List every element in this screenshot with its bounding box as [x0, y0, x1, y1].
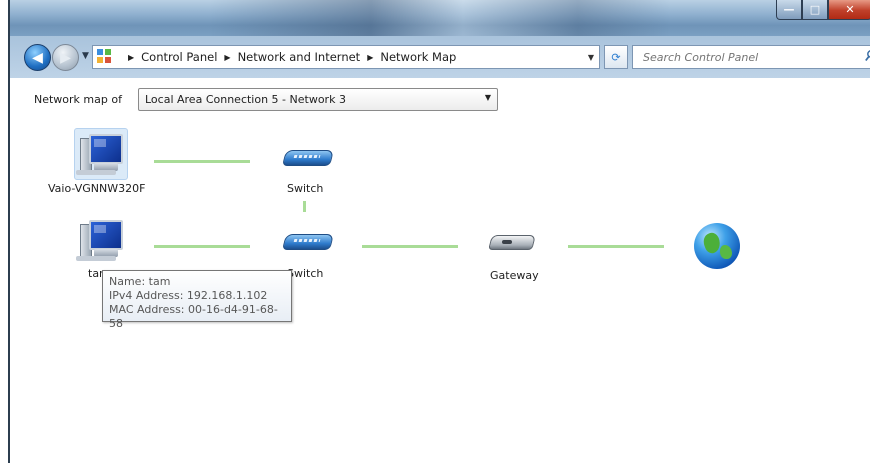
breadcrumb: ▶ Control Panel ▶ Network and Internet ▶…	[121, 50, 456, 64]
tooltip-ipv4: IPv4 Address: 192.168.1.102	[109, 289, 268, 302]
address-bar[interactable]: ▶ Control Panel ▶ Network and Internet ▶…	[92, 45, 600, 69]
device-computer-1[interactable]	[76, 130, 126, 178]
forward-icon: ▶	[60, 49, 71, 66]
breadcrumb-network-and-internet[interactable]: Network and Internet	[238, 50, 361, 64]
link-switch2-gateway	[362, 245, 458, 248]
title-bar: — □ ✕	[10, 0, 870, 36]
link-computer2-switch2	[154, 245, 250, 248]
back-button[interactable]: ◀	[24, 44, 51, 71]
device-switch-1-label[interactable]: Switch	[287, 182, 323, 195]
network-map-window: — □ ✕ ◀ ▶ ▼ ▶ Control Panel ▶ Network an…	[8, 0, 870, 463]
device-computer-2[interactable]	[76, 216, 126, 264]
link-computer1-switch1	[154, 160, 250, 163]
minimize-button[interactable]: —	[776, 0, 802, 20]
forward-button[interactable]: ▶	[52, 44, 79, 71]
device-computer-1-label[interactable]: Vaio-VGNNW320F	[48, 182, 145, 195]
recent-pages-dropdown[interactable]: ▼	[82, 51, 89, 61]
navigation-bar: ◀ ▶ ▼ ▶ Control Panel ▶ Network and Inte…	[10, 36, 870, 78]
search-input[interactable]	[641, 49, 845, 65]
tooltip-name: Name: tam	[109, 275, 171, 288]
chevron-down-icon: ▼	[484, 93, 491, 102]
back-icon: ◀	[32, 49, 43, 66]
window-controls: — □ ✕	[776, 0, 870, 20]
breadcrumb-separator[interactable]: ▶	[128, 53, 134, 62]
switch-icon	[282, 230, 334, 252]
chevron-down-icon: ▼	[587, 52, 595, 62]
network-select[interactable]: Local Area Connection 5 - Network 3 ▼	[138, 88, 498, 111]
link-gateway-internet	[568, 245, 664, 248]
breadcrumb-separator[interactable]: ▶	[224, 53, 230, 62]
device-switch-2-label[interactable]: Switch	[287, 267, 323, 280]
search-box[interactable]	[632, 45, 870, 69]
device-tooltip: Name: tam IPv4 Address: 192.168.1.102 MA…	[102, 270, 292, 330]
maximize-button[interactable]: □	[802, 0, 828, 20]
breadcrumb-control-panel[interactable]: Control Panel	[141, 50, 217, 64]
network-map-content: Network map of Local Area Connection 5 -…	[10, 78, 870, 463]
device-gateway-label[interactable]: Gateway	[490, 269, 539, 282]
refresh-button[interactable]: ⟳	[604, 45, 628, 69]
device-switch-1[interactable]	[282, 146, 334, 170]
address-dropdown-button[interactable]: ▼	[583, 46, 599, 68]
breadcrumb-network-map[interactable]: Network Map	[380, 50, 456, 64]
search-icon[interactable]	[865, 50, 870, 62]
title-bar-glass	[210, 0, 670, 36]
close-button[interactable]: ✕	[828, 0, 870, 20]
computer-icon	[76, 132, 124, 176]
device-gateway[interactable]	[488, 230, 536, 254]
refresh-icon: ⟳	[611, 50, 621, 64]
device-switch-2[interactable]	[282, 230, 334, 254]
gateway-icon	[488, 230, 536, 252]
control-panel-icon	[97, 49, 115, 65]
network-select-value: Local Area Connection 5 - Network 3	[145, 93, 346, 106]
switch-icon	[282, 146, 334, 168]
tooltip-mac: MAC Address: 00-16-d4-91-68-58	[109, 303, 278, 330]
breadcrumb-separator[interactable]: ▶	[367, 53, 373, 62]
link-switch1-switch2	[303, 201, 306, 212]
network-map-of-label: Network map of	[34, 93, 122, 106]
internet-globe-icon[interactable]	[694, 223, 740, 269]
computer-icon	[76, 218, 124, 262]
